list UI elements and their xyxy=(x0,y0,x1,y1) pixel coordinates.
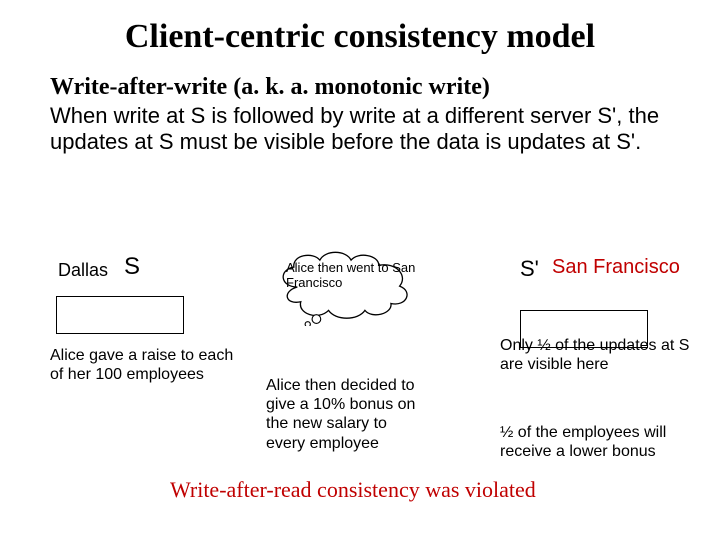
bonus-caption: Alice then decided to give a 10% bonus o… xyxy=(266,376,426,453)
violation-statement: Write-after-read consistency was violate… xyxy=(170,477,536,503)
server-sprime-label: S' xyxy=(520,256,539,282)
section-heading: Write-after-write (a. k. a. monotonic wr… xyxy=(50,74,670,101)
cloud-text: Alice then went to San Francisco xyxy=(286,261,416,291)
page-title: Client-centric consistency model xyxy=(0,18,720,56)
server-s-box xyxy=(56,296,184,334)
description: When write at S is followed by write at … xyxy=(50,103,670,156)
dallas-label: Dallas xyxy=(58,260,108,281)
partial-updates-caption: Only ½ of the updates at S are visible h… xyxy=(500,336,700,374)
sanfran-label: San Francisco xyxy=(552,256,680,279)
server-s-label: S xyxy=(124,253,140,281)
raise-caption: Alice gave a raise to each of her 100 em… xyxy=(50,346,250,384)
diagram-area: Dallas S Alice gave a raise to each of h… xyxy=(0,248,720,558)
lower-bonus-caption: ½ of the employees will receive a lower … xyxy=(500,423,710,461)
